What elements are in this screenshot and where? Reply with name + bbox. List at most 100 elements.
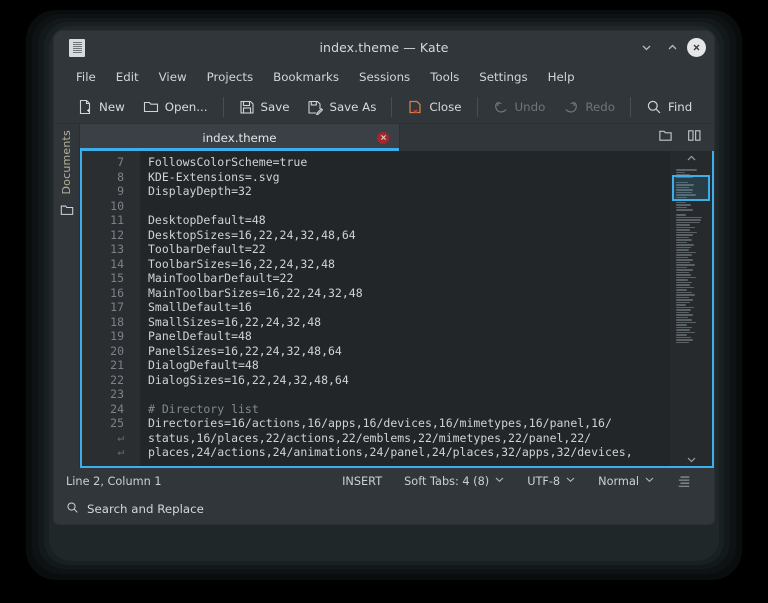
- code-text-area[interactable]: FollowsColorScheme=true KDE-Extensions=.s…: [140, 151, 670, 466]
- folder-outline-icon[interactable]: [658, 128, 673, 147]
- close-document-button[interactable]: Close: [398, 96, 470, 118]
- line-number: 10: [110, 198, 124, 213]
- code-line: DesktopSizes=16,22,24,32,48,64: [148, 227, 356, 242]
- minimap-line: [676, 266, 687, 268]
- minimap-line: [676, 259, 693, 261]
- minimap-line: [676, 284, 690, 286]
- soft-tabs-label: Soft Tabs: 4 (8): [404, 474, 490, 488]
- open-button[interactable]: Open...: [134, 96, 217, 118]
- minimap-viewport-indicator[interactable]: [672, 175, 710, 201]
- minimap-line: [676, 171, 685, 173]
- find-button[interactable]: Find: [637, 96, 701, 118]
- code-line: PanelDefault=48: [148, 329, 252, 343]
- code-line: DialogDefault=48: [148, 358, 259, 372]
- window-title: index.theme — Kate: [319, 40, 449, 55]
- tab-index-theme[interactable]: index.theme: [80, 124, 400, 151]
- save-button[interactable]: Save: [230, 96, 299, 118]
- minimap-line: [676, 246, 691, 248]
- undo-arrow-icon: [493, 99, 509, 115]
- menu-item-file[interactable]: File: [66, 67, 106, 87]
- line-number: 24: [110, 401, 124, 416]
- minimap-line: [676, 269, 694, 271]
- minimize-button[interactable]: [635, 37, 657, 59]
- minimap-line: [676, 229, 691, 231]
- tab-close-icon[interactable]: [377, 131, 389, 144]
- minimap-line: [676, 336, 691, 338]
- chevron-down-icon: [565, 474, 576, 488]
- redo-button[interactable]: Redo: [554, 96, 624, 118]
- save-as-button[interactable]: Save As: [298, 96, 385, 118]
- encoding-selector[interactable]: UTF-8: [516, 474, 587, 488]
- minimap-track[interactable]: [670, 165, 712, 452]
- menu-item-edit[interactable]: Edit: [106, 67, 149, 87]
- minimap-line: [676, 326, 693, 328]
- minimap-line: [676, 314, 694, 316]
- line-number: ↵: [117, 445, 124, 458]
- floppy-disk-pencil-icon: [307, 99, 324, 115]
- redo-arrow-icon: [563, 99, 579, 115]
- encoding-label: UTF-8: [527, 474, 561, 488]
- minimap-line: [676, 339, 694, 341]
- title-bar[interactable]: index.theme — Kate: [54, 31, 714, 64]
- minimap-line: [676, 316, 688, 318]
- menu-item-help[interactable]: Help: [538, 67, 585, 87]
- undo-button[interactable]: Undo: [484, 96, 555, 118]
- redo-button-label: Redo: [585, 99, 616, 114]
- minimap-line: [676, 334, 687, 336]
- text-lines-icon[interactable]: [666, 474, 702, 488]
- toolbar-separator: [630, 96, 632, 117]
- highlight-mode-selector[interactable]: Normal: [587, 474, 666, 488]
- minimap-line: [676, 231, 697, 233]
- minimap-line: [676, 204, 691, 206]
- open-button-label: Open...: [164, 99, 208, 114]
- minimap-line: [676, 221, 700, 223]
- new-button-label: New: [99, 99, 125, 114]
- code-line: KDE-Extensions=.svg: [148, 169, 280, 184]
- save-button-label: Save: [260, 99, 290, 114]
- minimap-line: [676, 219, 702, 221]
- new-document-icon: [77, 99, 93, 115]
- scroll-up-arrow-icon[interactable]: [685, 151, 698, 165]
- minimap-line: [676, 254, 693, 256]
- menu-item-sessions[interactable]: Sessions: [349, 67, 420, 87]
- minimap-line: [676, 319, 692, 321]
- search-and-replace-label: Search and Replace: [87, 502, 204, 516]
- maximize-button[interactable]: [661, 37, 683, 59]
- minimap-line: [676, 291, 692, 293]
- menu-item-settings[interactable]: Settings: [469, 67, 537, 87]
- minimap-line: [676, 214, 686, 216]
- minimap-line: [676, 256, 688, 258]
- minimap-line: [676, 324, 688, 326]
- new-button[interactable]: New: [68, 96, 134, 118]
- menu-item-projects[interactable]: Projects: [197, 67, 264, 87]
- split-columns-icon[interactable]: [687, 128, 702, 147]
- code-folding-bar[interactable]: [130, 151, 140, 466]
- menu-item-tools[interactable]: Tools: [420, 67, 469, 87]
- menu-bar: File Edit View Projects Bookmarks Sessio…: [54, 64, 714, 90]
- minimap-line: [676, 286, 694, 288]
- minimap-line: [676, 236, 690, 238]
- code-line: DialogSizes=16,22,24,32,48,64: [148, 372, 349, 387]
- scroll-down-arrow-icon[interactable]: [685, 452, 698, 466]
- minimap-line: [676, 301, 691, 303]
- main-toolbar: New Open... Save Save As Close Undo Redo…: [54, 90, 714, 124]
- search-and-replace-bar[interactable]: Search and Replace: [54, 494, 714, 524]
- minimap-line: [676, 321, 696, 323]
- code-editor-view[interactable]: 7 8 9 10 11 12 13 14 15 16 17 18 19 20 21 22 23 24 25 ↵ ↵ Fo…: [80, 151, 714, 468]
- kate-application-window: index.theme — Kate File Edit View Projec…: [53, 30, 715, 525]
- sidebar-item-documents[interactable]: Documents: [60, 130, 73, 195]
- menu-item-bookmarks[interactable]: Bookmarks: [263, 67, 349, 87]
- insert-mode-button[interactable]: INSERT: [331, 475, 393, 488]
- menu-item-view[interactable]: View: [149, 67, 197, 87]
- folder-icon[interactable]: [60, 202, 74, 221]
- line-number: 17: [110, 300, 124, 314]
- line-number: 21: [110, 358, 124, 372]
- close-button[interactable]: [687, 38, 706, 57]
- minimap-line: [676, 311, 690, 313]
- minimap-scrollbar[interactable]: [670, 151, 712, 466]
- code-line: SmallSizes=16,22,24,32,48: [148, 314, 322, 329]
- code-line: # Directory list: [148, 401, 259, 416]
- chevron-down-icon: [494, 474, 505, 488]
- soft-tabs-selector[interactable]: Soft Tabs: 4 (8): [393, 474, 516, 488]
- status-bar: Line 2, Column 1 INSERT Soft Tabs: 4 (8)…: [54, 468, 714, 494]
